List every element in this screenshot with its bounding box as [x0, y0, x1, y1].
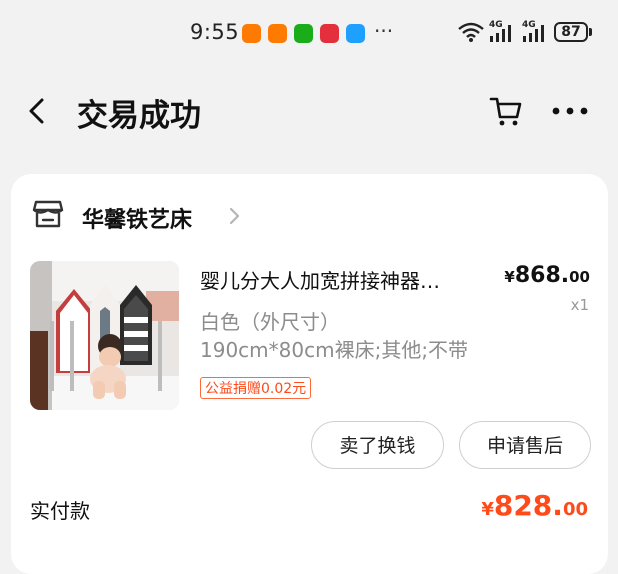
sku-spec-line-2: 190cm*80cm裸床;其他;不带 — [200, 338, 469, 362]
page-title: 交易成功 — [77, 98, 201, 134]
price-decimal: 00 — [569, 268, 590, 286]
resell-button[interactable]: 卖了换钱 — [311, 421, 444, 469]
chevron-right-icon — [229, 207, 240, 225]
product-quantity: x1 — [570, 296, 589, 314]
paid-label: 实付款 — [30, 499, 90, 523]
paid-integer: 828. — [493, 489, 563, 522]
taobao-icon — [268, 24, 287, 43]
signal-icon — [490, 25, 511, 42]
product-title[interactable]: 婴儿分大人加宽拼接神器… — [200, 265, 440, 294]
wechat-icon — [294, 24, 313, 43]
battery-indicator: 87 — [554, 22, 588, 42]
after-sales-button[interactable]: 申请售后 — [459, 421, 591, 469]
price-symbol: ¥ — [504, 268, 515, 286]
more-icon[interactable] — [550, 94, 590, 128]
store-icon — [32, 200, 64, 228]
order-card: 华馨铁艺床 婴儿分大人加宽拼接神器… ¥868.00 x1 白色（外尺寸） 19… — [11, 174, 608, 574]
charity-badge: 公益捐赠0.02元 — [200, 377, 312, 399]
product-photo — [30, 261, 179, 410]
price-integer: 868. — [514, 263, 570, 288]
paid-decimal: 00 — [562, 499, 588, 520]
paid-symbol: ¥ — [481, 499, 494, 520]
message-icon — [346, 24, 365, 43]
product-image[interactable] — [30, 261, 179, 410]
shop-name[interactable]: 华馨铁艺床 — [82, 202, 192, 234]
taobao-icon — [242, 24, 261, 43]
cart-icon[interactable] — [488, 94, 524, 128]
nav-bar: 交易成功 — [0, 66, 618, 156]
product-price: ¥868.00 — [504, 263, 590, 288]
status-overflow: ··· — [374, 19, 394, 43]
battery-tip — [589, 28, 592, 36]
xiaohongshu-icon — [320, 24, 339, 43]
chevron-left-icon[interactable] — [22, 94, 52, 128]
wifi-icon — [458, 22, 484, 42]
status-time: 9:55 — [190, 20, 240, 44]
signal-icon — [523, 25, 544, 42]
sku-spec-line-1: 白色（外尺寸） — [200, 310, 340, 334]
paid-amount: ¥828.00 — [481, 489, 588, 522]
status-bar: 9:55 ··· 4G 4G 87 — [0, 0, 618, 66]
shop-header[interactable]: 华馨铁艺床 — [11, 174, 608, 254]
